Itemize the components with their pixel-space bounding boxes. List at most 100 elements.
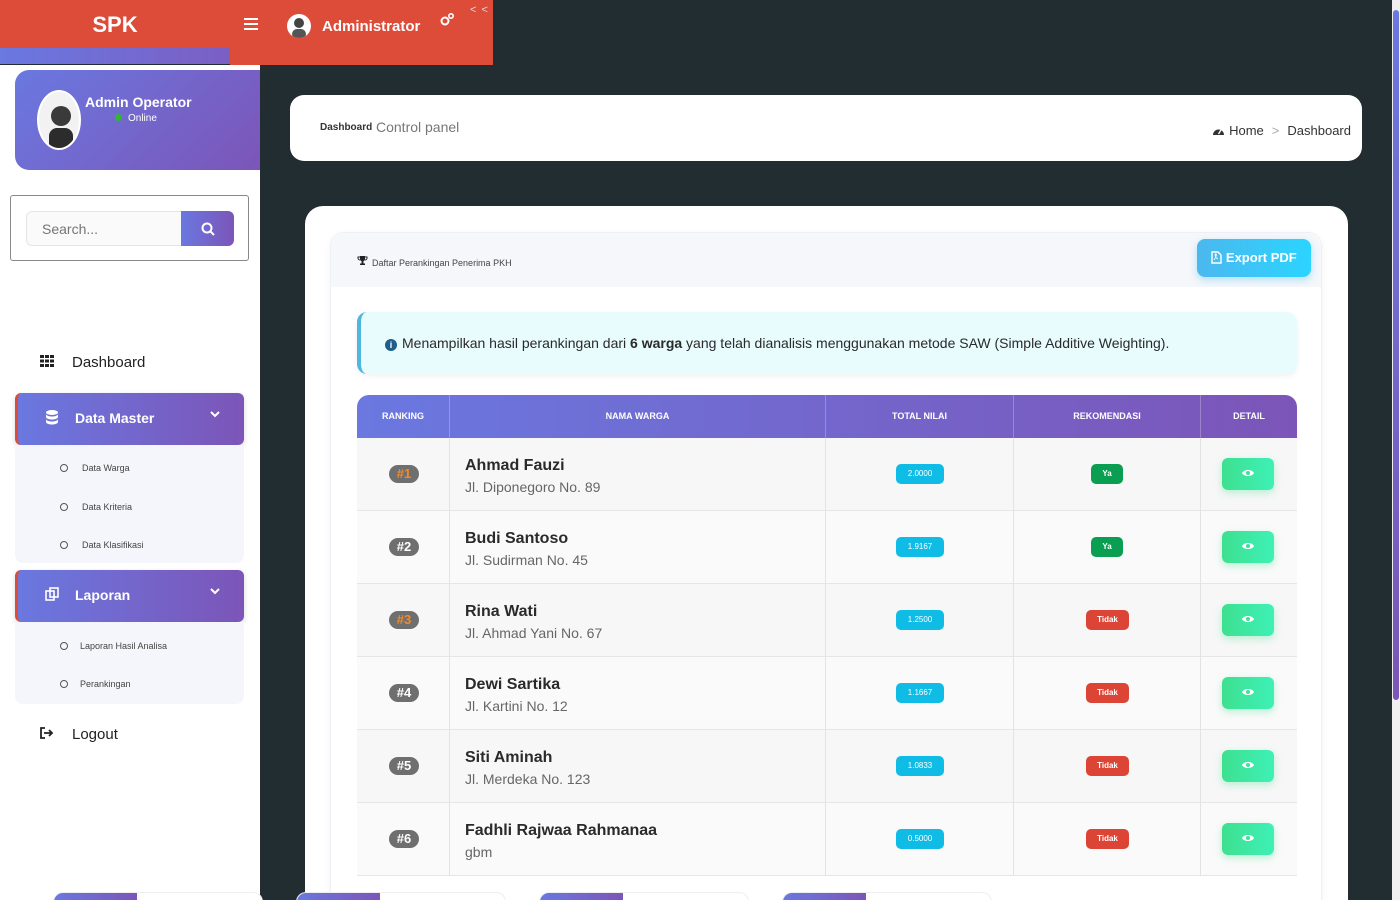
recommendation-badge: Ya <box>1091 464 1123 484</box>
recommendation-cell: Tidak <box>1014 584 1201 657</box>
eye-icon <box>1242 543 1254 549</box>
table-row: #3 Rina Wati Jl. Ahmad Yani No. 67 1.2500 Ti… <box>357 584 1297 657</box>
panel-title-text: Daftar Perankingan Penerima PKH <box>372 258 512 268</box>
top-username[interactable]: Administrator <box>322 18 420 35</box>
recommendation-badge: Tidak <box>1086 610 1129 630</box>
search-input[interactable] <box>26 211 182 246</box>
detail-cell <box>1201 657 1297 730</box>
alert-count: 6 warga <box>630 335 683 351</box>
breadcrumb-home[interactable]: Home <box>1229 123 1264 138</box>
rank-badge: #6 <box>389 830 419 848</box>
panel-header: Daftar Perankingan Penerima PKH Export P… <box>331 233 1321 287</box>
recommendation-cell: Tidak <box>1014 657 1201 730</box>
user-panel: Admin Operator Online <box>15 70 260 170</box>
eye-icon <box>1242 835 1254 841</box>
submenu-laporan: Laporan Hasil Analisa Perankingan <box>15 622 244 704</box>
avatar[interactable] <box>287 14 311 38</box>
sidebar-item-perankingan[interactable]: Perankingan <box>15 665 244 703</box>
alert-suffix: yang telah dianalisis menggunakan metode… <box>682 335 1170 351</box>
alert-prefix: Menampilkan hasil perankingan dari <box>402 335 631 351</box>
user-status: Online <box>115 113 157 124</box>
panel-title: Daftar Perankingan Penerima PKH <box>357 255 512 269</box>
menu-toggle-icon[interactable] <box>244 18 258 32</box>
eye-icon <box>1242 762 1254 768</box>
search-button[interactable] <box>181 211 234 246</box>
content-header: Dashboard Control panel Home > Dashboard <box>290 95 1362 161</box>
copy-icon <box>44 587 60 603</box>
view-detail-button[interactable] <box>1222 677 1274 709</box>
sidebar-item-label: Data Klasifikasi <box>82 540 144 550</box>
sidebar-item-laporan[interactable]: Laporan <box>15 570 244 622</box>
name-cell: Dewi Sartika Jl. Kartini No. 12 <box>450 657 826 730</box>
score-cell: 1.1667 <box>826 657 1014 730</box>
score-cell: 1.2500 <box>826 584 1014 657</box>
table-row: #1 Ahmad Fauzi Jl. Diponegoro No. 89 2.0000… <box>357 438 1297 511</box>
sidebar-item-logout[interactable]: Logout <box>15 716 244 756</box>
ranking-cell: #5 <box>357 730 450 803</box>
sidebar-item-data-kriteria[interactable]: Data Kriteria <box>15 488 244 526</box>
table-row: #2 Budi Santoso Jl. Sudirman No. 45 1.9167 Y… <box>357 511 1297 584</box>
sidebar-item-data-master[interactable]: Data Master <box>15 393 244 445</box>
eye-icon <box>1242 616 1254 622</box>
chevron-down-icon <box>210 586 220 598</box>
score-badge: 1.1667 <box>896 683 944 703</box>
brand-text: SPK <box>92 12 138 37</box>
ranking-cell: #1 <box>357 438 450 511</box>
breadcrumb: Home > Dashboard <box>1212 123 1351 138</box>
score-badge: 0.5000 <box>896 829 944 849</box>
view-detail-button[interactable] <box>1222 823 1274 855</box>
sidebar-item-label: Data Kriteria <box>82 502 133 512</box>
rank-badge: #1 <box>389 465 419 483</box>
table-row: #6 Fadhli Rajwaa Rahmanaa gbm 0.5000 Tidak <box>357 803 1297 876</box>
sidebar-item-label: Data Master <box>75 410 155 426</box>
detail-cell <box>1201 730 1297 803</box>
page-scrollbar[interactable] <box>1392 0 1400 900</box>
warga-address: Jl. Ahmad Yani No. 67 <box>465 625 603 641</box>
warga-name: Budi Santoso <box>465 530 569 547</box>
warga-address: Jl. Kartini No. 12 <box>465 698 568 714</box>
submenu-data-master: Data Warga Data Kriteria Data Klasifikas… <box>15 445 244 563</box>
sidebar-item-dashboard[interactable]: Dashboard <box>15 344 244 384</box>
detail-cell <box>1201 803 1297 876</box>
score-cell: 2.0000 <box>826 438 1014 511</box>
ranking-panel: Daftar Perankingan Penerima PKH Export P… <box>330 232 1322 900</box>
sidebar-item-data-klasifikasi[interactable]: Data Klasifikasi <box>15 526 244 564</box>
warga-address: Jl. Diponegoro No. 89 <box>465 479 601 495</box>
score-badge: 1.9167 <box>896 537 944 557</box>
sidebar-item-laporan-hasil-analisa[interactable]: Laporan Hasil Analisa <box>15 627 244 665</box>
export-pdf-button[interactable]: Export PDF <box>1197 239 1311 277</box>
file-pdf-icon <box>1211 251 1222 264</box>
dashboard-gauge-icon <box>1213 129 1225 135</box>
recommendation-badge: Tidak <box>1086 683 1129 703</box>
recommendation-badge: Tidak <box>1086 829 1129 849</box>
warga-name: Fadhli Rajwaa Rahmanaa <box>465 822 658 839</box>
brand-strip <box>0 48 230 64</box>
name-cell: Rina Wati Jl. Ahmad Yani No. 67 <box>450 584 826 657</box>
view-detail-button[interactable] <box>1222 604 1274 636</box>
column-header-ranking: RANKING <box>357 395 450 438</box>
circle-icon <box>60 464 68 472</box>
trophy-icon <box>357 255 368 269</box>
bottom-cards-peek <box>53 892 993 900</box>
collapse-icon[interactable]: < < <box>470 4 489 16</box>
sidebar-item-data-warga[interactable]: Data Warga <box>15 449 244 487</box>
brand-logo[interactable]: SPK <box>0 0 230 64</box>
view-detail-button[interactable] <box>1222 458 1274 490</box>
scrollbar-thumb[interactable] <box>1393 10 1399 700</box>
summary-card <box>539 892 749 900</box>
recommendation-cell: Tidak <box>1014 730 1201 803</box>
warga-address: gbm <box>465 844 493 860</box>
gear-icon[interactable] <box>439 12 455 32</box>
score-cell: 1.9167 <box>826 511 1014 584</box>
chevron-down-icon <box>210 409 220 421</box>
score-badge: 2.0000 <box>896 464 944 484</box>
warga-address: Jl. Merdeka No. 123 <box>465 771 591 787</box>
view-detail-button[interactable] <box>1222 750 1274 782</box>
breadcrumb-separator: > <box>1271 123 1280 138</box>
top-navbar: Administrator <box>230 0 493 65</box>
column-header-nama: NAMA WARGA <box>450 395 826 438</box>
ranking-cell: #3 <box>357 584 450 657</box>
view-detail-button[interactable] <box>1222 531 1274 563</box>
summary-card <box>296 892 506 900</box>
recommendation-cell: Tidak <box>1014 803 1201 876</box>
